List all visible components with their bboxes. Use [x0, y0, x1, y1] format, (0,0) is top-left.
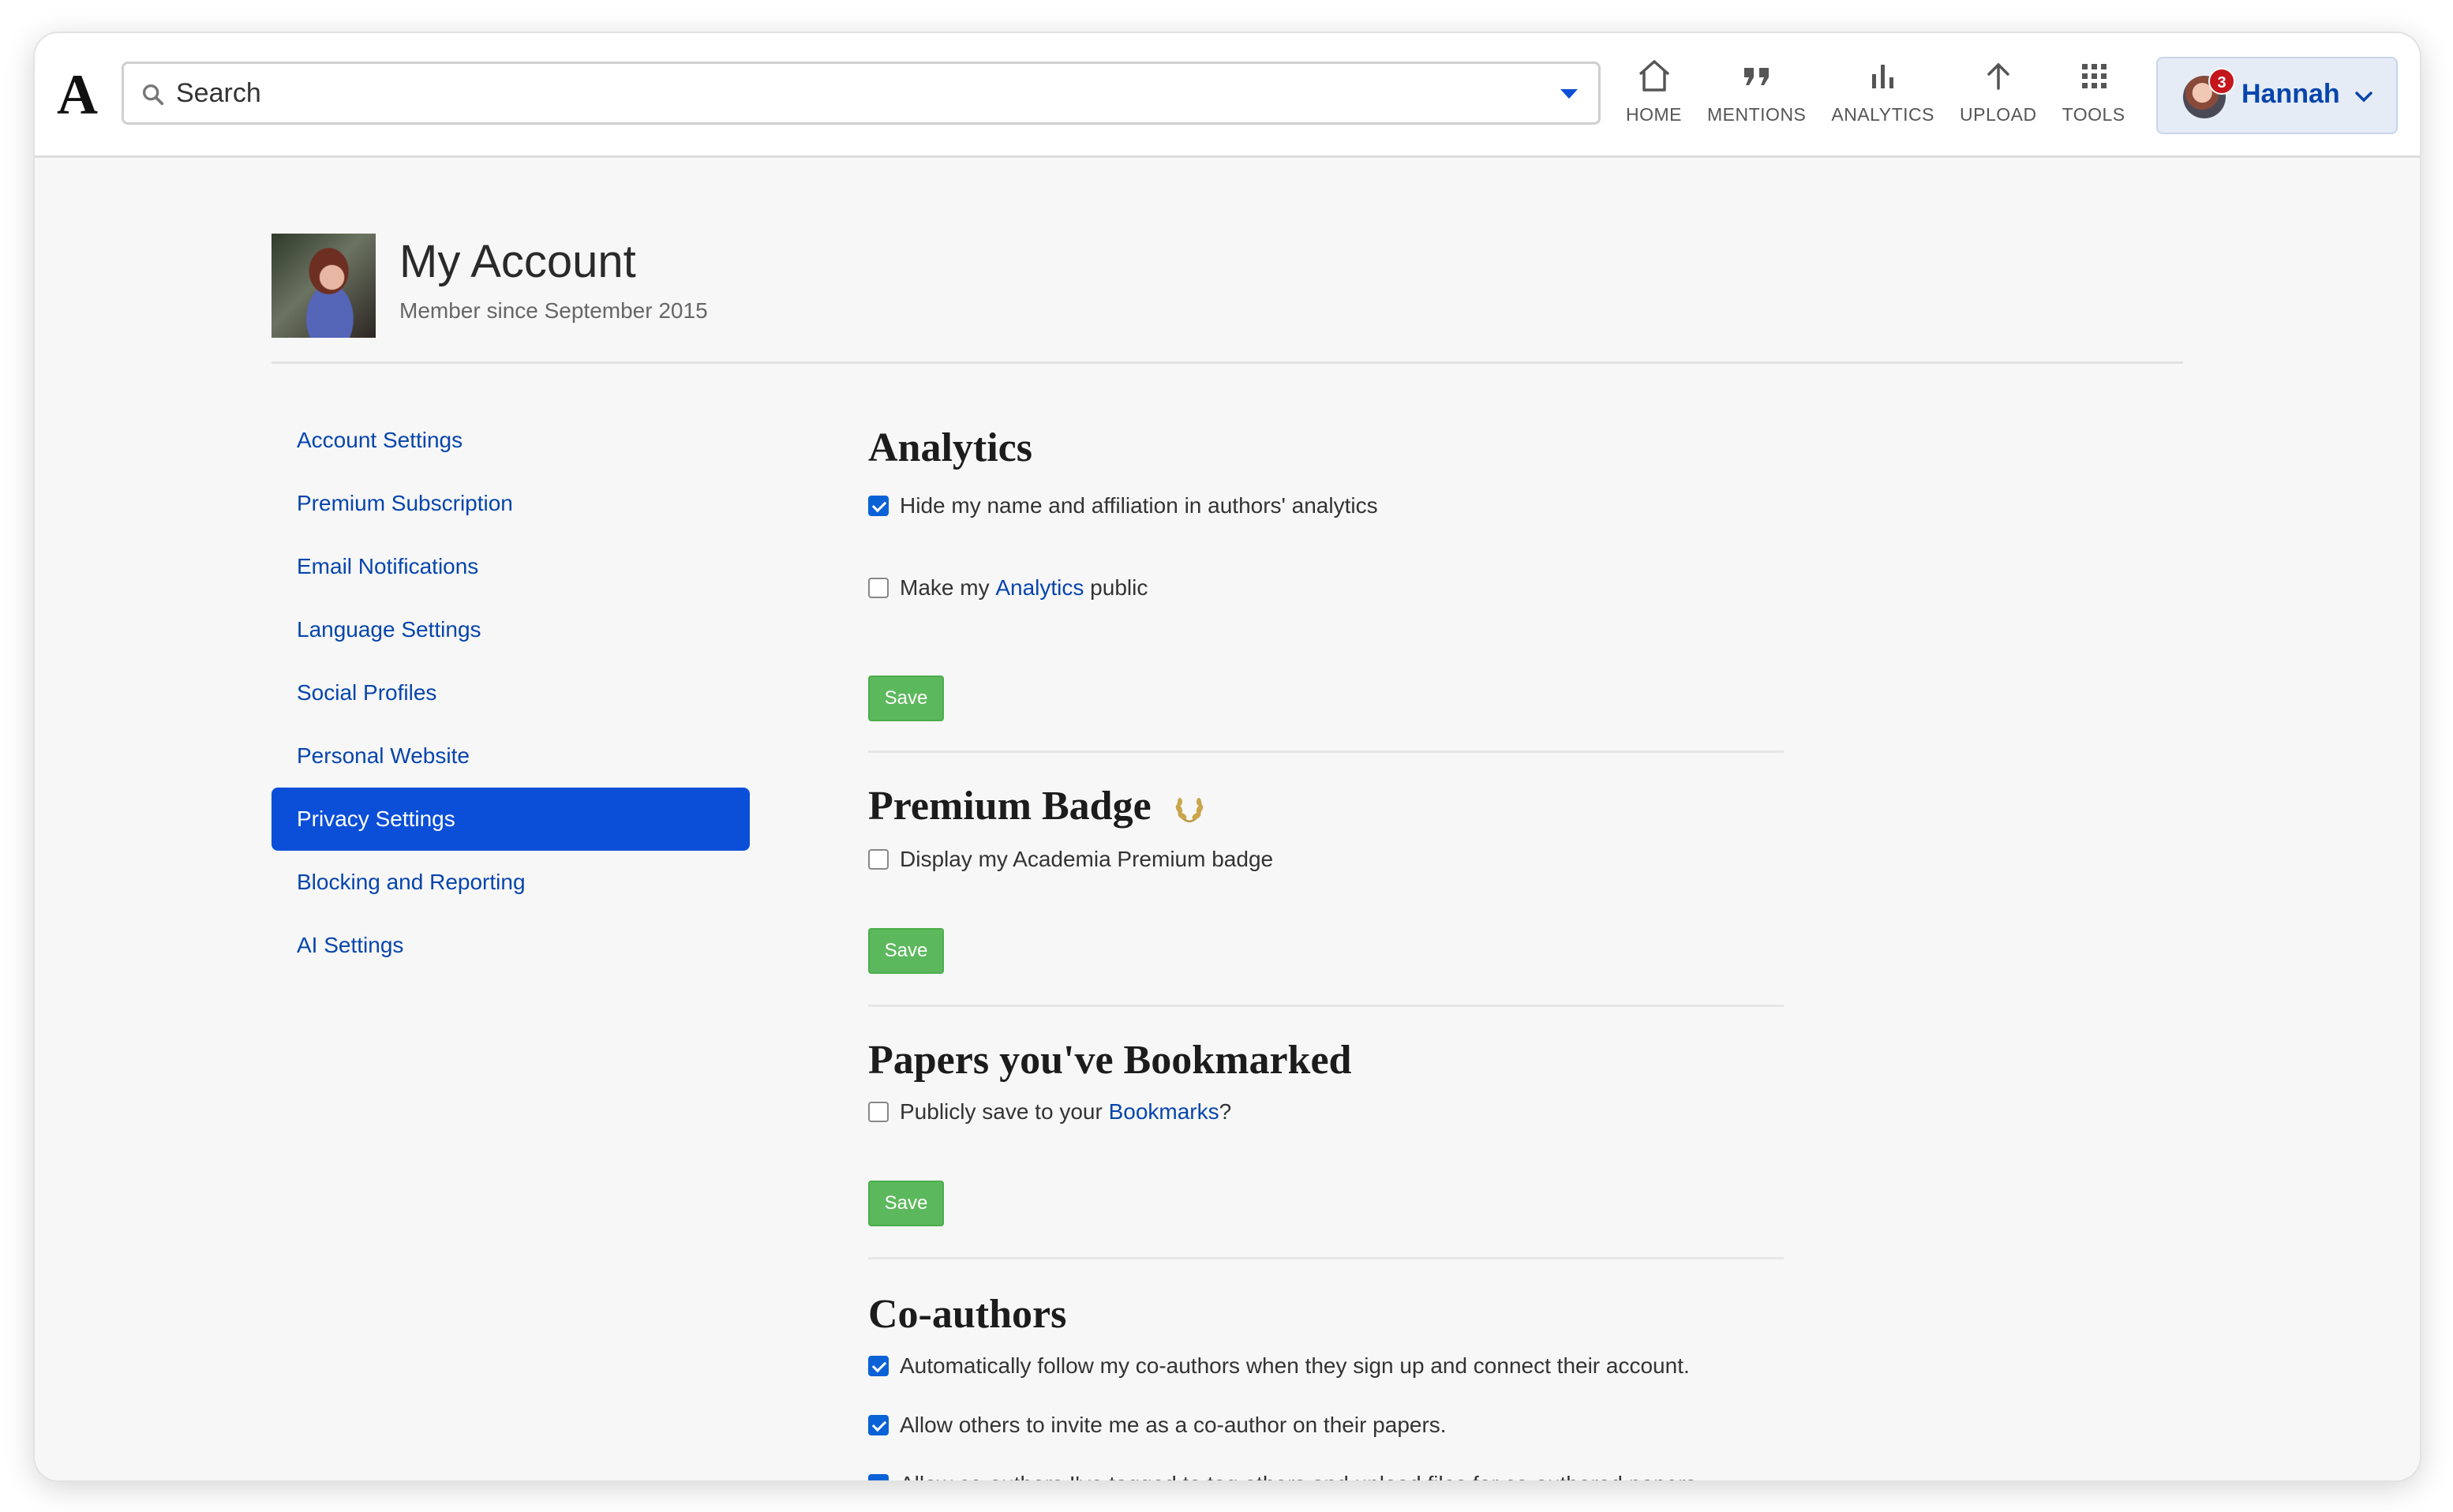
- premium-badge-section-title: Premium Badge: [868, 775, 1206, 838]
- search-input[interactable]: [176, 73, 1518, 113]
- sidebar-item-language-settings[interactable]: Language Settings: [272, 598, 750, 661]
- analytics-section: Analytics Hide my name and affiliation i…: [868, 409, 1784, 753]
- display-premium-option: Display my Academia Premium badge: [868, 840, 1273, 879]
- analytics-link[interactable]: Analytics: [995, 575, 1084, 601]
- sidebar-item-personal-website[interactable]: Personal Website: [272, 724, 750, 788]
- nav-mentions[interactable]: MENTIONS: [1707, 57, 1806, 144]
- nav-upload-label: UPLOAD: [1960, 104, 2037, 125]
- bookmarks-label-pre: Publicly save to your: [900, 1099, 1109, 1124]
- bar-chart-icon: [1871, 65, 1893, 88]
- arrow-up-icon: [1987, 62, 2009, 90]
- top-navigation-bar: A HOME MENTIONS: [35, 33, 2420, 158]
- academia-logo[interactable]: A: [57, 63, 98, 126]
- main-nav: HOME MENTIONS ANALYTICS UPLOAD TOOLS: [1626, 57, 2151, 144]
- quote-icon: [1743, 68, 1769, 85]
- bookmarks-public-checkbox[interactable]: [868, 1102, 889, 1122]
- user-menu-button[interactable]: 3 Hannah: [2156, 57, 2398, 134]
- sidebar-item-ai-settings[interactable]: AI Settings: [272, 914, 750, 977]
- coauthor-tagging-label: Allow co-authors I've tagged to tag othe…: [900, 1472, 1702, 1480]
- invite-coauthor-label: Allow others to invite me as a co-author…: [900, 1413, 1447, 1437]
- nav-home[interactable]: HOME: [1626, 57, 1682, 144]
- invite-coauthor-checkbox[interactable]: [868, 1415, 889, 1435]
- search-box[interactable]: [122, 62, 1601, 125]
- nav-analytics-label: ANALYTICS: [1831, 104, 1934, 125]
- analytics-section-title: Analytics: [868, 425, 1032, 470]
- coauthor-tagging-option: Allow co-authors I've tagged to tag othe…: [868, 1465, 1702, 1480]
- bookmarks-link[interactable]: Bookmarks: [1109, 1099, 1219, 1125]
- settings-sidebar: Account Settings Premium Subscription Em…: [272, 409, 750, 977]
- hide-name-label: Hide my name and affiliation in authors'…: [900, 493, 1378, 518]
- nav-tools-label: TOOLS: [2062, 104, 2125, 125]
- search-icon: [142, 84, 164, 106]
- hide-name-checkbox[interactable]: [868, 496, 889, 516]
- sidebar-item-blocking-and-reporting[interactable]: Blocking and Reporting: [272, 851, 750, 914]
- browser-window: A HOME MENTIONS: [35, 33, 2420, 1480]
- bookmarks-section: Papers you've Bookmarked Publicly save t…: [868, 1007, 1784, 1259]
- page-title: My Account: [399, 236, 636, 287]
- header-divider: [272, 361, 2183, 364]
- nav-home-label: HOME: [1626, 104, 1682, 125]
- bookmarks-save-button[interactable]: Save: [868, 1181, 944, 1226]
- analytics-save-button[interactable]: Save: [868, 676, 944, 721]
- bookmarks-label-post: ?: [1219, 1099, 1232, 1124]
- sidebar-item-account-settings[interactable]: Account Settings: [272, 409, 750, 472]
- sidebar-item-privacy-settings[interactable]: Privacy Settings: [272, 788, 750, 851]
- nav-mentions-label: MENTIONS: [1707, 104, 1807, 125]
- hide-name-option: Hide my name and affiliation in authors'…: [868, 486, 1378, 526]
- notification-badge: 3: [2208, 68, 2235, 95]
- laurel-icon: [1175, 798, 1203, 823]
- bookmarks-section-title: Papers you've Bookmarked: [868, 1038, 1352, 1083]
- analytics-public-label-pre: Make my: [900, 575, 996, 600]
- analytics-public-option: Make my Analytics public: [868, 568, 1148, 608]
- premium-badge-section: Premium Badge Display my Academia Premiu…: [868, 753, 1784, 1007]
- privacy-settings-content: Analytics Hide my name and affiliation i…: [868, 409, 1784, 1480]
- auto-follow-label: Automatically follow my co-authors when …: [900, 1353, 1690, 1378]
- home-icon: [1638, 60, 1669, 92]
- coauthor-tagging-checkbox[interactable]: [868, 1474, 889, 1480]
- analytics-public-checkbox[interactable]: [868, 578, 889, 598]
- profile-photo[interactable]: [272, 234, 376, 338]
- nav-upload[interactable]: UPLOAD: [1960, 57, 2037, 144]
- coauthors-section: Co-authors Automatically follow my co-au…: [868, 1259, 1784, 1480]
- display-premium-label: Display my Academia Premium badge: [900, 847, 1274, 871]
- sidebar-item-email-notifications[interactable]: Email Notifications: [272, 535, 750, 598]
- auto-follow-option: Automatically follow my co-authors when …: [868, 1346, 1690, 1386]
- chevron-down-icon: [2355, 92, 2372, 103]
- display-premium-checkbox[interactable]: [868, 849, 889, 870]
- nav-analytics[interactable]: ANALYTICS: [1831, 57, 1934, 144]
- caret-down-icon[interactable]: [1559, 88, 1579, 100]
- user-name: Hannah: [2241, 79, 2340, 109]
- nav-tools[interactable]: TOOLS: [2062, 57, 2125, 144]
- analytics-public-label-post: public: [1084, 575, 1148, 600]
- invite-coauthor-option: Allow others to invite me as a co-author…: [868, 1405, 1447, 1445]
- premium-save-button[interactable]: Save: [868, 928, 944, 974]
- premium-badge-title-text: Premium Badge: [868, 784, 1152, 829]
- sidebar-item-social-profiles[interactable]: Social Profiles: [272, 661, 750, 724]
- bookmarks-public-option: Publicly save to your Bookmarks ?: [868, 1092, 1231, 1132]
- grid-icon: [2081, 64, 2107, 88]
- member-since-text: Member since September 2015: [399, 298, 708, 323]
- sidebar-item-premium-subscription[interactable]: Premium Subscription: [272, 472, 750, 535]
- auto-follow-checkbox[interactable]: [868, 1356, 889, 1376]
- coauthors-section-title: Co-authors: [868, 1292, 1067, 1337]
